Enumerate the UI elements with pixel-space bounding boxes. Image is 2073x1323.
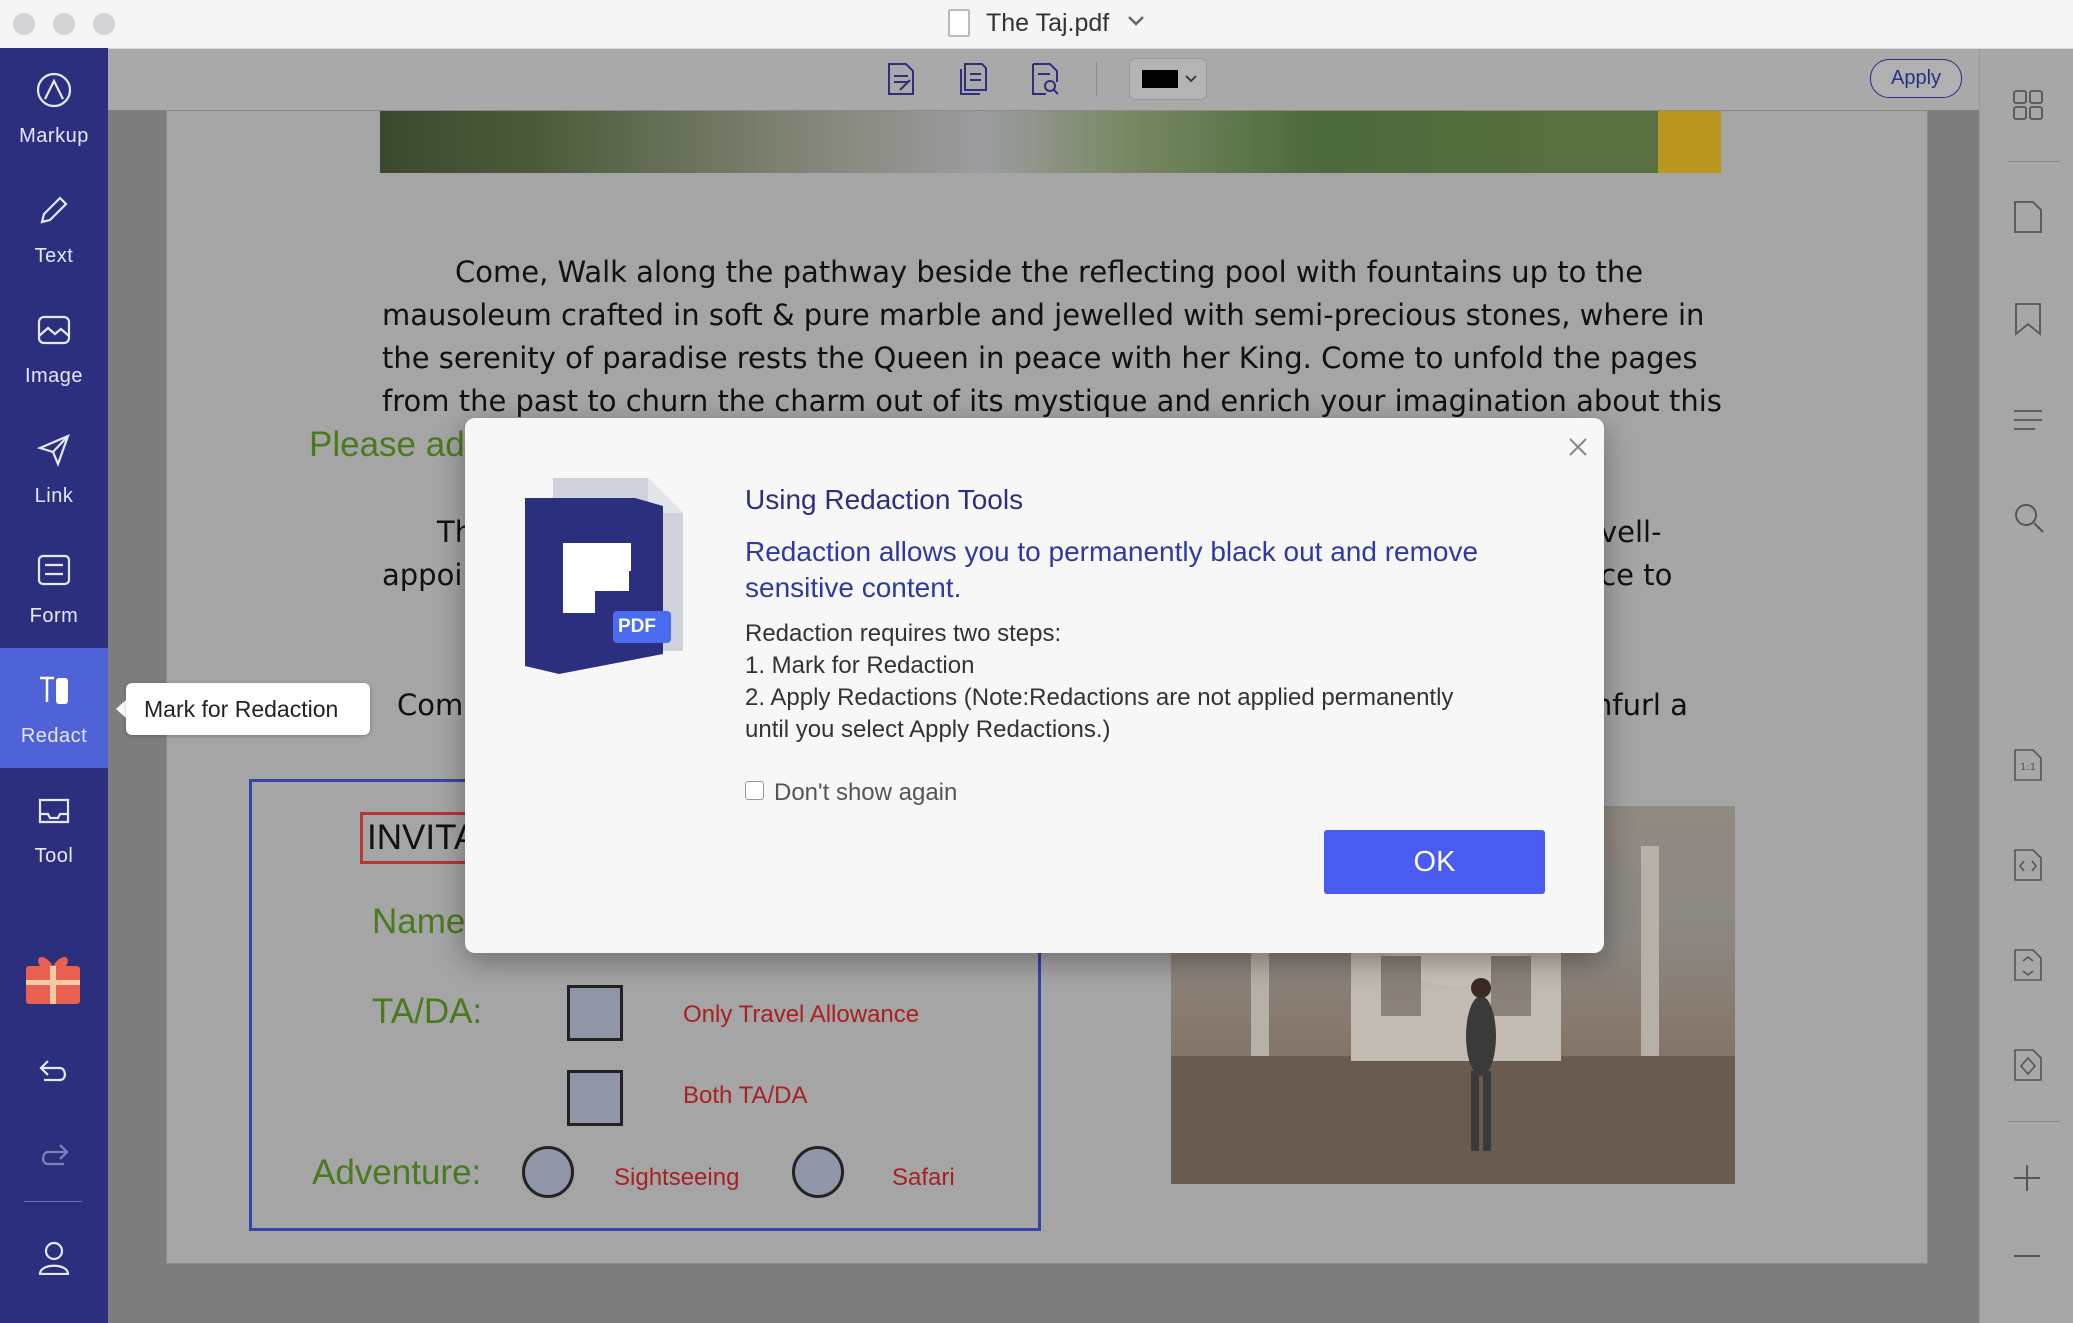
sidebar-divider [24,1201,82,1202]
paragraph-fragment: Com [397,688,464,722]
sidebar-item-label: Text [34,245,74,267]
bookmark-icon[interactable] [2013,302,2043,336]
link-icon [36,433,70,468]
pencil-icon [40,196,68,224]
sidebar-item-redact[interactable]: Redact [0,648,108,768]
step-two-line2: until you select Apply Redactions.) [745,716,1111,743]
zoom-out-icon[interactable] [2013,1252,2041,1260]
invitation-heading: INVITA [360,812,482,864]
rightbar-divider [2008,161,2060,162]
dialog-title: Using Redaction Tools [745,484,1024,515]
chevron-down-icon [1185,75,1197,83]
paragraph-line: Come, Walk along the pathway beside the … [455,255,1644,289]
account-icon[interactable] [38,1241,70,1275]
redaction-toolbar: Apply [108,48,1979,110]
zoom-in-icon[interactable] [2013,1164,2041,1192]
window-title[interactable]: The Taj.pdf [986,9,1109,38]
ok-button[interactable]: OK [1324,830,1545,894]
paragraph-fragment: nfurl a [1594,688,1688,722]
travel-allowance-checkbox[interactable] [567,985,623,1041]
dont-show-checkbox[interactable] [745,781,764,800]
safari-radio[interactable] [792,1146,844,1198]
paragraph-fragment: vell- [1600,515,1662,549]
dont-show-label[interactable]: Don't show again [774,779,957,807]
zoom-window-button[interactable] [93,13,115,35]
pdf-file-icon [948,9,970,37]
name-label: Name [372,902,466,941]
paragraph-line: the serenity of paradise rests the Queen… [382,341,1698,375]
both-tada-label: Both TA/DA [683,1082,808,1109]
mark-text-redaction-icon[interactable] [886,62,916,96]
rightbar-divider [2008,1121,2060,1122]
steps-intro: Redaction requires two steps: [745,620,1062,647]
image-icon [37,315,71,345]
left-sidebar: Markup Text Image Link Form Redact Tool [0,48,108,1323]
adventure-label: Adventure: [312,1153,482,1192]
mark-pages-redaction-icon[interactable] [958,62,988,96]
redact-icon [40,676,68,704]
close-window-button[interactable] [13,13,35,35]
apply-button[interactable]: Apply [1870,59,1962,98]
thumbnails-icon[interactable] [2013,90,2043,120]
svg-text:1:1: 1:1 [2020,762,2036,773]
search-redact-icon[interactable] [1030,62,1060,96]
pdf-document-icon [525,478,683,674]
right-sidebar: 1:1 [1979,48,2073,1323]
search-icon[interactable] [2013,502,2045,534]
form-icon [37,554,71,586]
close-icon[interactable] [1565,434,1591,460]
travel-allowance-label: Only Travel Allowance [683,1001,920,1028]
paragraph-line: mausoleum crafted in soft & pure marble … [382,298,1705,332]
paragraph-line: from the past to churn the charm out of … [382,384,1722,418]
code-view-icon[interactable] [2013,848,2043,882]
paragraph-fragment: appoi [382,558,463,592]
fit-page-icon[interactable] [2013,1048,2043,1082]
sidebar-item-link[interactable]: Link [0,408,108,528]
title-bar: The Taj.pdf [0,0,2073,49]
sidebar-item-label: Link [34,485,74,507]
gift-icon[interactable] [26,948,80,1004]
minimize-window-button[interactable] [53,13,75,35]
sightseeing-radio[interactable] [522,1146,574,1198]
step-one: 1. Mark for Redaction [745,652,975,679]
fit-height-icon[interactable] [2013,948,2043,982]
safari-label: Safari [892,1164,955,1191]
redo-icon[interactable] [38,1142,70,1168]
sidebar-item-label: Form [29,605,79,627]
step-two-line1: 2. Apply Redactions (Note:Redactions are… [745,684,1454,711]
sidebar-item-markup[interactable]: Markup [0,48,108,168]
sidebar-item-text[interactable]: Text [0,168,108,288]
sightseeing-label: Sightseeing [614,1164,740,1191]
sidebar-item-image[interactable]: Image [0,288,108,408]
sidebar-item-label: Tool [34,845,74,867]
sidebar-item-label: Redact [20,725,88,747]
both-tada-checkbox[interactable] [567,1070,623,1126]
actual-size-icon[interactable]: 1:1 [2013,748,2043,782]
banner-image [380,111,1721,173]
undo-icon[interactable] [38,1058,70,1084]
toolbar-divider [1096,62,1097,96]
chevron-down-icon[interactable] [1127,15,1145,27]
banner-accent [1658,111,1721,173]
outline-icon[interactable] [2013,408,2043,432]
redaction-color-select[interactable] [1129,58,1207,100]
markup-icon [36,72,72,108]
color-swatch [1142,70,1178,88]
redact-tooltip: Mark for Redaction [126,683,370,735]
sidebar-item-label: Image [24,365,84,387]
sidebar-item-label: Markup [19,125,89,147]
dialog-lead: Redaction allows you to permanently blac… [745,536,1479,603]
pdf-badge-text: PDF [618,616,656,637]
tada-label: TA/DA: [372,992,483,1031]
redaction-info-dialog: PDF Using Redaction Tools Redaction allo… [465,418,1604,953]
tool-icon [38,798,70,824]
sidebar-item-form[interactable]: Form [0,528,108,648]
sidebar-item-tool[interactable]: Tool [0,768,108,888]
page-icon[interactable] [2013,200,2043,234]
